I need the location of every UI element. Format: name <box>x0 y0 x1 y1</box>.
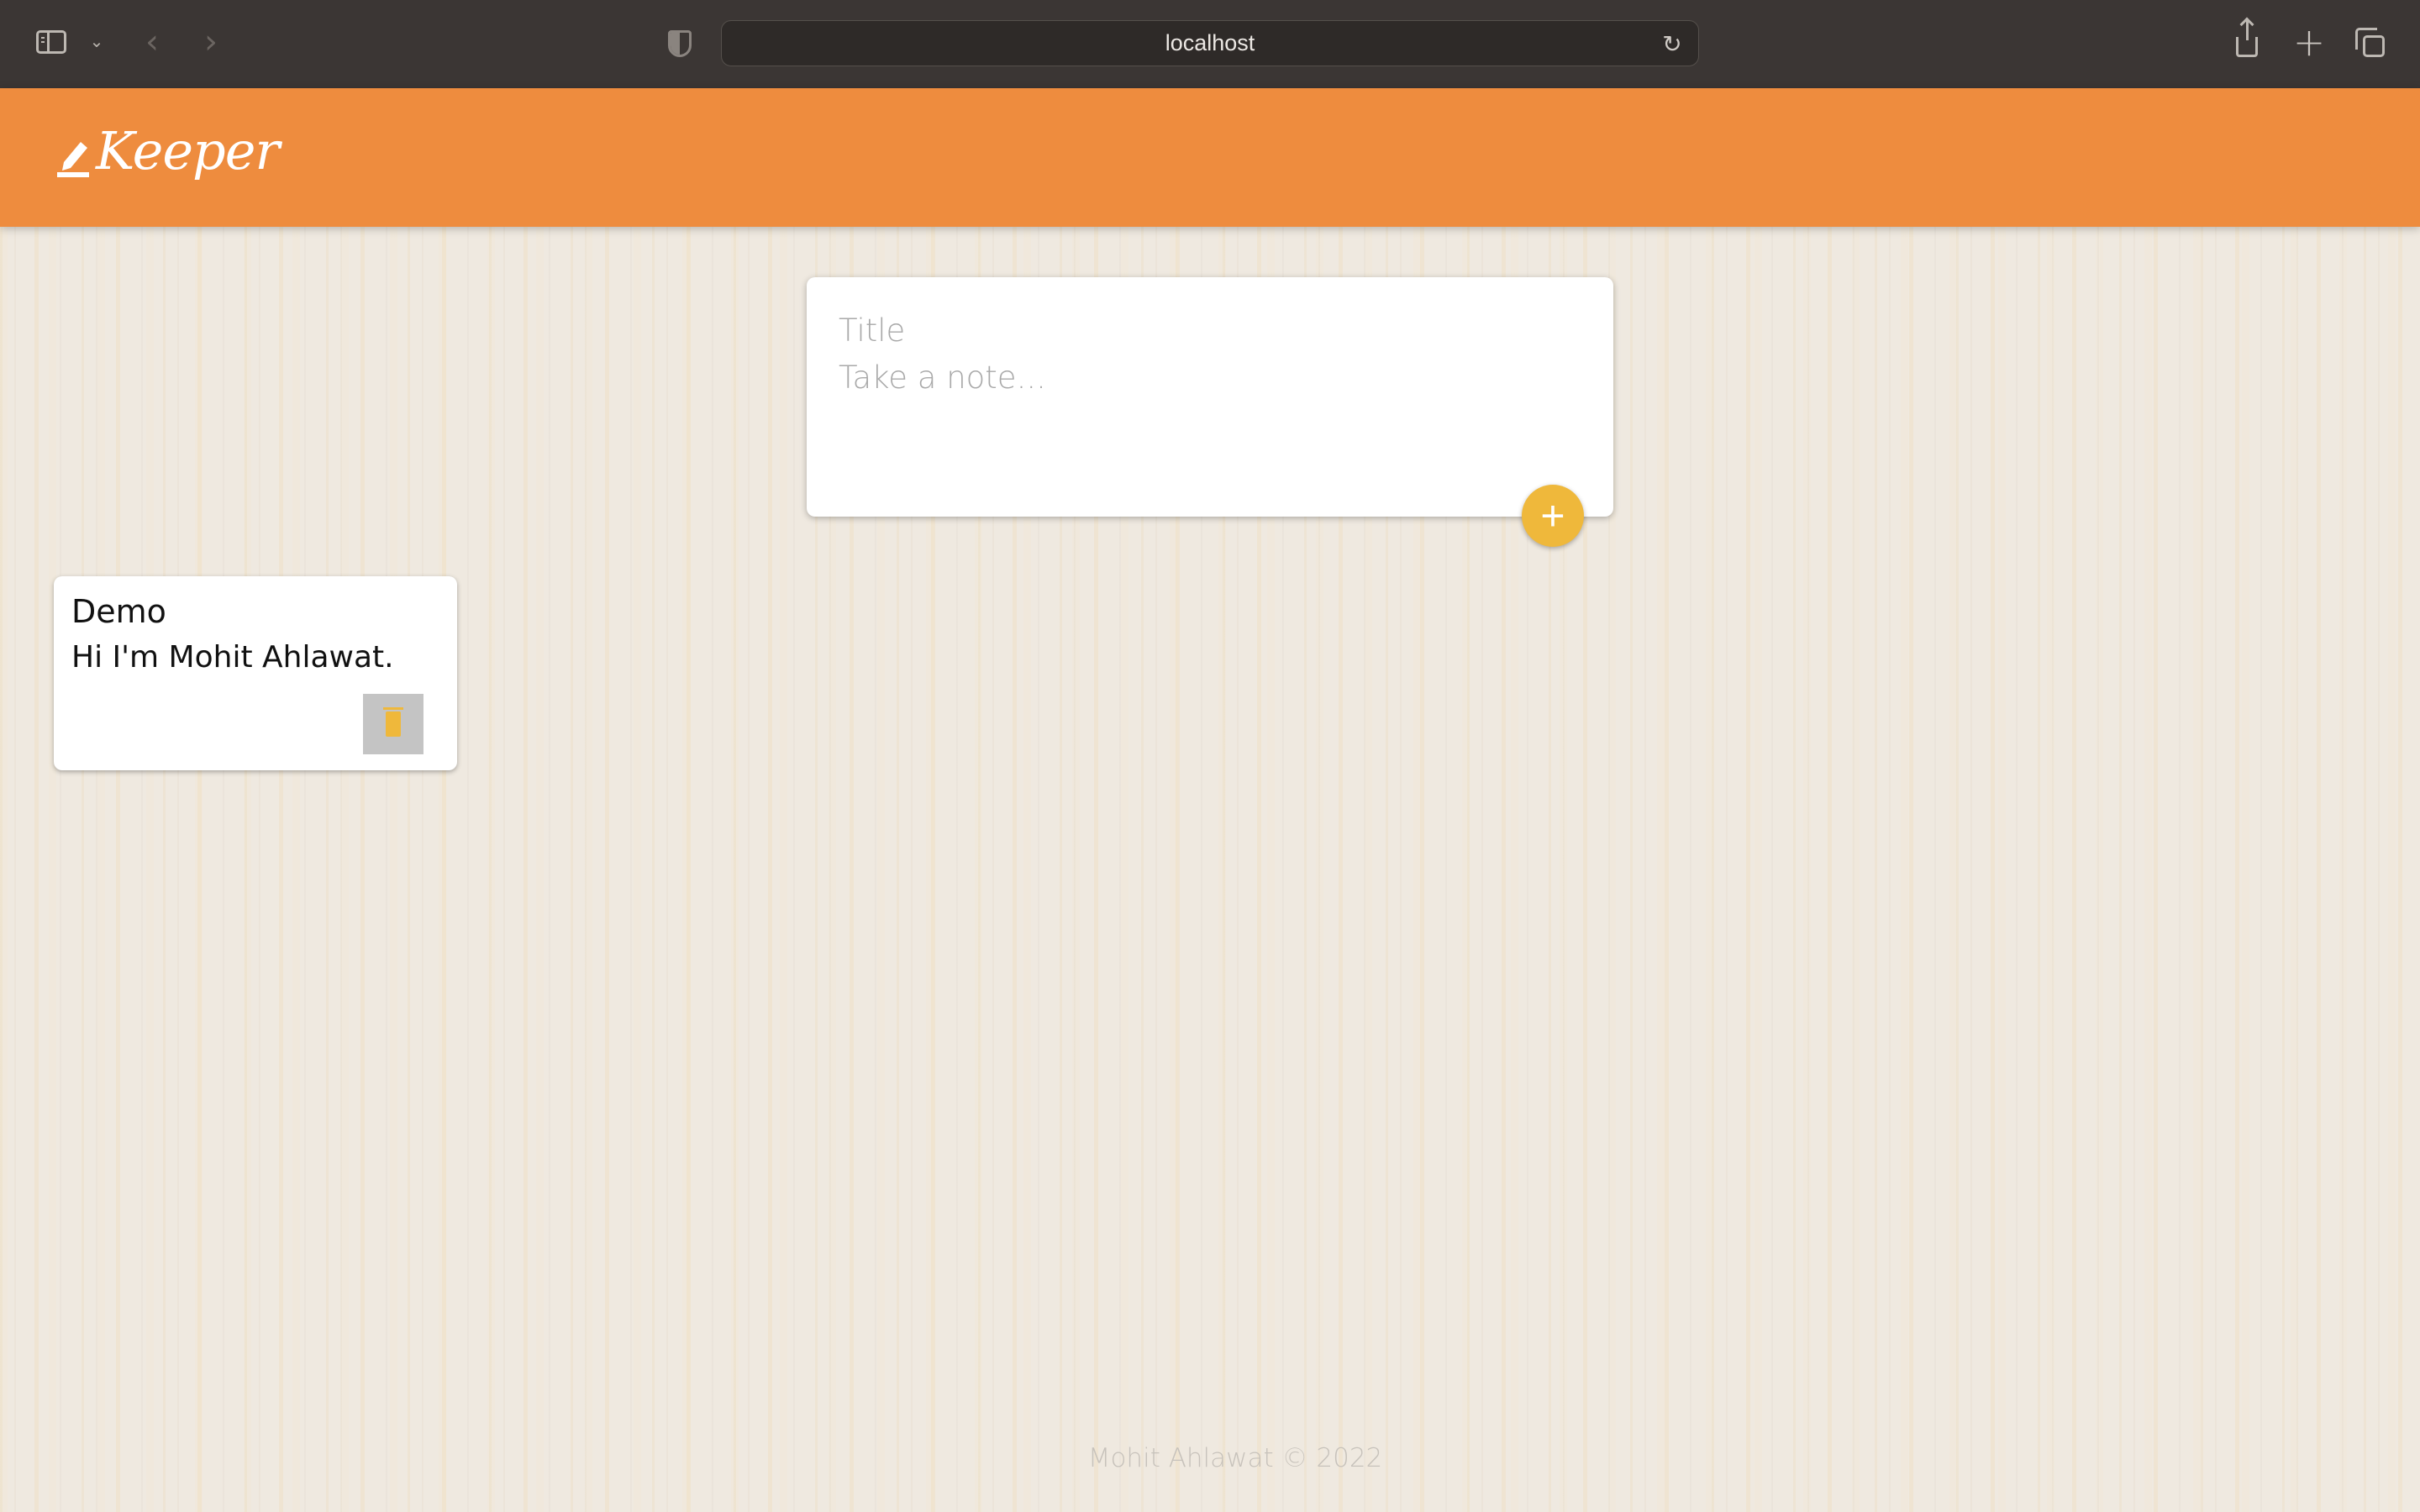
pencil-icon <box>57 142 89 177</box>
add-note-button[interactable]: + <box>1522 485 1584 547</box>
browser-toolbar: ⌄ ‹ › localhost ↻ + <box>0 0 2420 89</box>
chevron-down-icon[interactable]: ⌄ <box>87 31 106 51</box>
plus-icon[interactable]: + <box>2292 19 2326 65</box>
address-bar[interactable]: localhost ↻ <box>721 20 1699 66</box>
reload-icon[interactable]: ↻ <box>1660 30 1685 58</box>
note-card: Demo Hi I'm Mohit Ahlawat. <box>54 576 457 770</box>
tabs-icon[interactable] <box>2353 25 2386 59</box>
url-text[interactable]: localhost <box>722 21 1698 66</box>
title-input[interactable] <box>839 309 1578 351</box>
note-title: Demo <box>71 593 166 630</box>
shield-icon[interactable] <box>666 29 694 59</box>
plus-icon: + <box>1540 492 1565 539</box>
note-composer <box>807 277 1613 517</box>
footer-copyright: Mohit Ahlawat © 2022 <box>1087 1443 1383 1473</box>
note-content: Hi I'm Mohit Ahlawat. <box>71 640 394 675</box>
chevron-right-icon[interactable]: › <box>198 23 224 61</box>
delete-note-button[interactable] <box>363 694 424 754</box>
trash-icon <box>383 707 403 737</box>
app-header: Keeper <box>0 88 2420 227</box>
app-title: Keeper <box>96 120 280 181</box>
note-content-input[interactable] <box>839 360 1578 486</box>
footer: Mohit Ahlawat © 2022 <box>0 1443 2420 1473</box>
sidebar-toggle-icon[interactable] <box>34 28 69 56</box>
page-background: Keeper + Demo Hi I'm Mohit Ahlawat. Mohi… <box>0 88 2420 1512</box>
chevron-left-icon[interactable]: ‹ <box>139 23 165 61</box>
share-icon[interactable] <box>2232 20 2262 59</box>
